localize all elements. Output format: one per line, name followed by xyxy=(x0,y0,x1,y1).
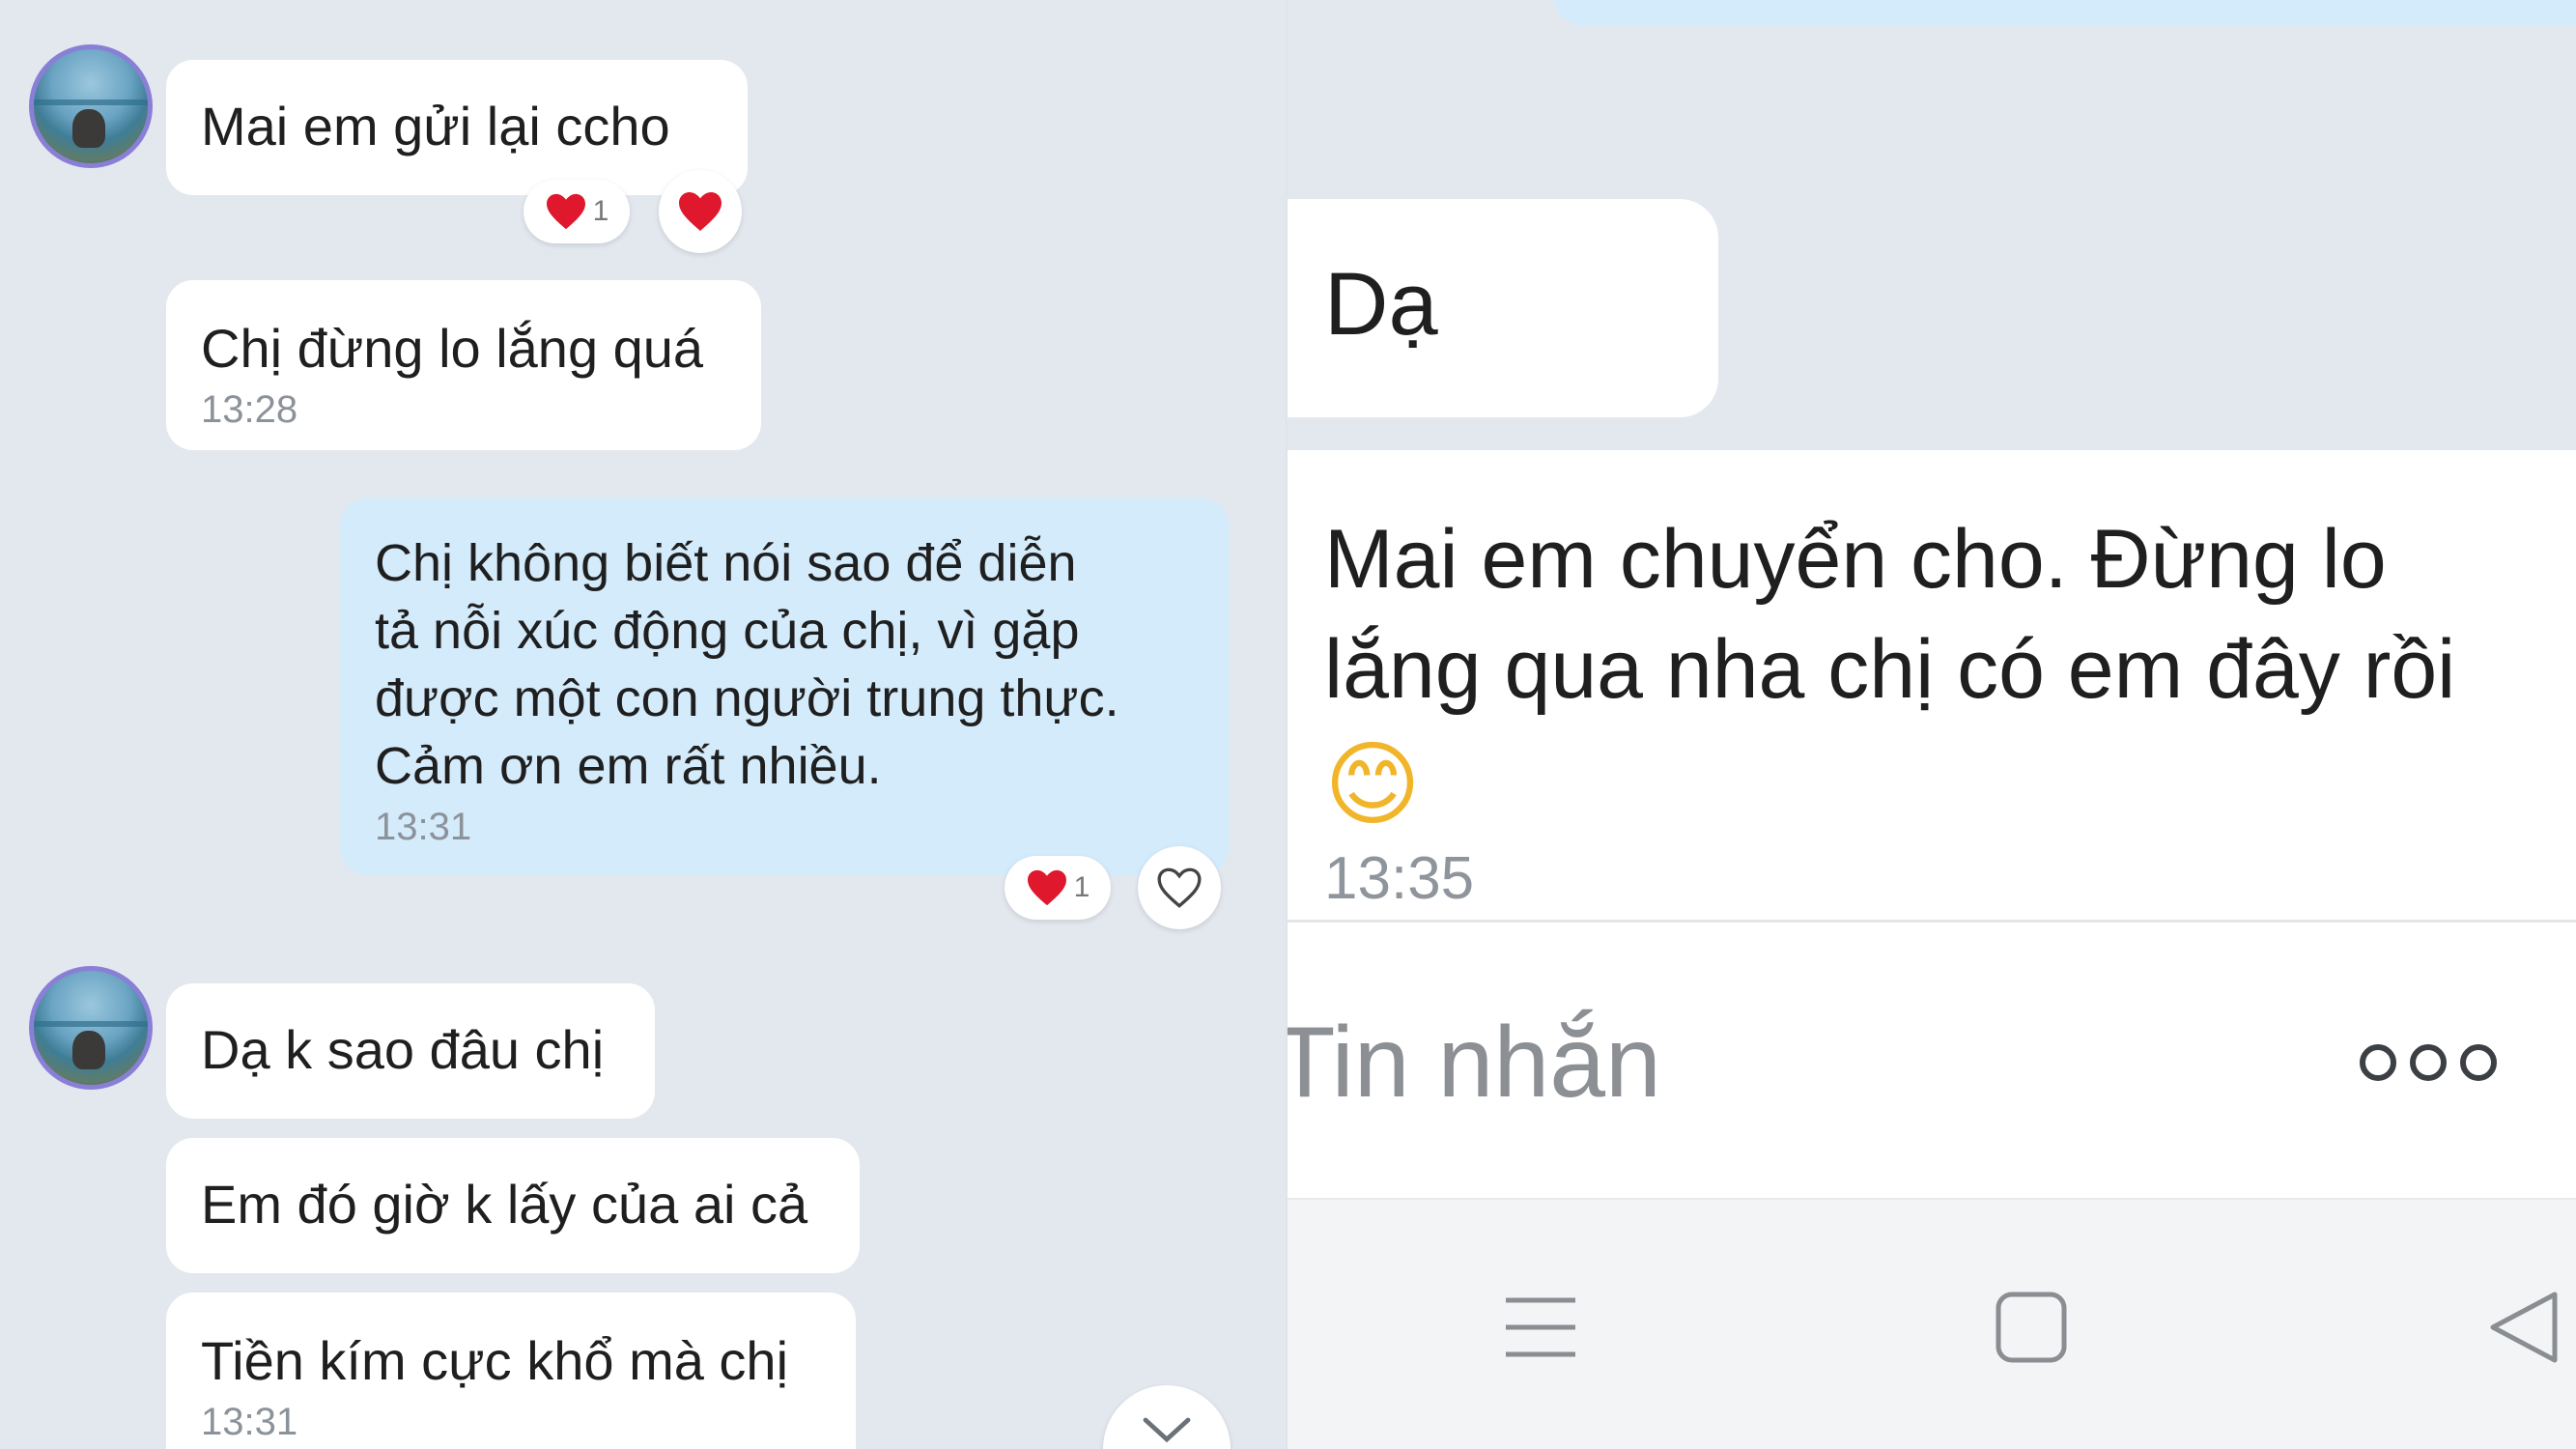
contact-avatar[interactable] xyxy=(29,44,153,168)
emoji-smile: 😊 xyxy=(1324,730,1422,838)
contact-avatar[interactable] xyxy=(29,966,153,1090)
more-options-button[interactable] xyxy=(2360,1029,2514,1096)
message-text: Chị không biết nói sao để diễn tả nỗi xú… xyxy=(375,534,1119,795)
react-button[interactable] xyxy=(1138,846,1221,929)
heart-icon xyxy=(679,192,722,231)
chat-panel-right: Dạ Mai em chuyển cho. Đừng lo lắng qua n… xyxy=(1288,0,2576,1449)
reaction-count-pill[interactable]: 1 xyxy=(1005,856,1111,920)
home-button[interactable] xyxy=(1993,1289,2070,1366)
message-bubble-outgoing-partial[interactable] xyxy=(1554,0,2576,25)
heart-outline-icon xyxy=(1157,867,1202,908)
menu-icon xyxy=(1506,1297,1575,1357)
message-bubble-incoming[interactable]: Mai em gửi lại ccho xyxy=(166,60,748,195)
message-text: Chị đừng lo lắng quá xyxy=(201,318,704,379)
message-bubble-incoming[interactable]: Chị đừng lo lắng quá 13:28 xyxy=(166,280,761,450)
reaction-count: 1 xyxy=(1073,871,1090,903)
more-options-icon xyxy=(2360,1044,2497,1081)
reaction-count: 1 xyxy=(592,195,609,227)
heart-icon xyxy=(1027,869,1066,906)
message-text: Mai em chuyển cho. Đừng lo lắng qua nha … xyxy=(1324,513,2456,716)
reaction-count-pill[interactable]: 1 xyxy=(524,180,630,243)
message-time: 13:31 xyxy=(201,1401,298,1443)
message-text: Dạ k sao đâu chị xyxy=(201,1019,605,1080)
message-bubble-incoming[interactable]: Tiền kím cực khổ mà chị 13:31 xyxy=(166,1293,856,1449)
message-bubble-incoming[interactable]: Dạ xyxy=(1288,199,1718,417)
message-input[interactable]: Tin nhắn xyxy=(1288,1000,2336,1125)
back-triangle-icon xyxy=(2490,1292,2558,1363)
react-button[interactable] xyxy=(659,170,742,253)
message-composer[interactable]: Tin nhắn xyxy=(1288,920,2576,1198)
message-text: Mai em gửi lại ccho xyxy=(201,96,670,156)
message-bubble-outgoing[interactable]: Chị không biết nói sao để diễn tả nỗi xú… xyxy=(340,498,1229,875)
scroll-down-button[interactable] xyxy=(1103,1385,1231,1449)
heart-icon xyxy=(546,193,585,230)
system-navigation-bar xyxy=(1288,1198,2576,1449)
message-input-placeholder: Tin nhắn xyxy=(1288,1007,1661,1119)
chat-panel-left: Mai em gửi lại ccho 1 Chị đừng lo lắng q… xyxy=(0,0,1288,1449)
message-text: Em đó giờ k lấy của ai cả xyxy=(201,1174,808,1235)
message-bubble-incoming[interactable]: Em đó giờ k lấy của ai cả xyxy=(166,1138,860,1273)
message-bubble-incoming[interactable]: Dạ k sao đâu chị xyxy=(166,983,655,1119)
menu-button[interactable] xyxy=(1502,1289,1579,1366)
message-time: 13:35 xyxy=(1324,845,1475,912)
message-text: Tiền kím cực khổ mà chị xyxy=(201,1330,789,1391)
chevron-down-icon xyxy=(1143,1417,1191,1443)
back-button[interactable] xyxy=(2485,1289,2562,1366)
message-text: Dạ xyxy=(1324,255,1438,354)
message-bubble-incoming[interactable]: Mai em chuyển cho. Đừng lo lắng qua nha … xyxy=(1288,450,2576,952)
home-square-icon xyxy=(1996,1292,2067,1363)
message-time: 13:31 xyxy=(375,806,472,848)
message-time: 13:28 xyxy=(201,388,298,431)
